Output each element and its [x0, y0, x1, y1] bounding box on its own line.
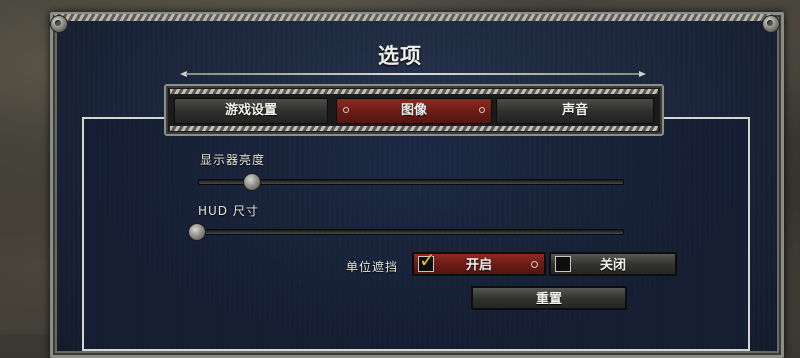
- checkbox: ✓: [418, 250, 436, 272]
- tab-label: 图像: [400, 103, 427, 118]
- tab-graphics[interactable]: 图像: [336, 98, 492, 124]
- reset-label: 重置: [535, 292, 562, 307]
- window-rope-border: [54, 14, 774, 21]
- occlusion-on-button[interactable]: ✓ 开启: [412, 250, 546, 276]
- tab-label: 游戏设置: [224, 103, 277, 118]
- title-ornament: [180, 71, 646, 77]
- hud-size-slider-track[interactable]: [194, 229, 624, 235]
- hud-size-slider-knob[interactable]: [188, 223, 206, 241]
- brightness-label: 显示器亮度: [200, 153, 266, 167]
- hud-size-label: HUD 尺寸: [198, 204, 259, 218]
- occlusion-off-button[interactable]: 关闭: [549, 252, 677, 276]
- ornament-dot-icon: [343, 107, 349, 113]
- tab-sound[interactable]: 声音: [496, 98, 654, 124]
- window-title: 选项: [378, 44, 422, 68]
- ornament-dot-icon: [479, 107, 485, 113]
- tab-bar: 游戏设置 图像 声音: [164, 84, 664, 136]
- brightness-slider-knob[interactable]: [242, 173, 261, 191]
- checkbox: [555, 256, 571, 272]
- tab-label: 声音: [561, 103, 588, 118]
- unit-occlusion-label: 单位遮挡: [346, 260, 399, 274]
- tab-game-settings[interactable]: 游戏设置: [174, 98, 328, 124]
- ornament-dot-icon: [531, 261, 538, 268]
- occlusion-on-label: 开启: [465, 258, 492, 273]
- checkmark-icon: ✓: [419, 248, 436, 272]
- brightness-slider-track[interactable]: [198, 179, 624, 185]
- reset-button[interactable]: 重置: [471, 286, 627, 310]
- occlusion-off-label: 关闭: [599, 258, 626, 273]
- rivet-icon: [762, 15, 780, 33]
- rivet-icon: [50, 15, 68, 33]
